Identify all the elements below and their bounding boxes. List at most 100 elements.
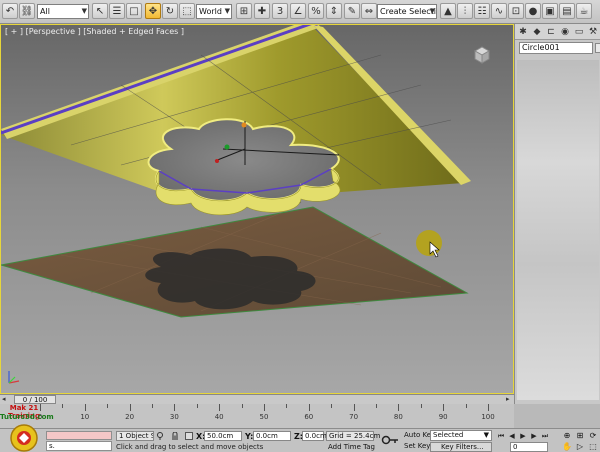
layer-manager-icon[interactable]: ☷: [474, 3, 490, 19]
percent-snap-icon[interactable]: %: [308, 3, 324, 19]
pivot-center-icon[interactable]: ⊞: [236, 3, 252, 19]
maxscript-listener-input[interactable]: s.: [46, 441, 112, 451]
add-time-tag-button[interactable]: Add Time Tag: [328, 443, 375, 451]
previous-frame-icon[interactable]: ◀: [507, 431, 517, 441]
track-tick: [174, 404, 176, 411]
time-slider[interactable]: ◂ 0 / 100 ▸: [0, 394, 514, 404]
rectangular-selection-icon[interactable]: □: [126, 3, 142, 19]
object-name-field[interactable]: Circle001: [519, 42, 593, 54]
x-coord-field[interactable]: 50.0cm: [204, 431, 242, 441]
axis-tripod-icon: [8, 371, 20, 384]
maxscript-listener-output[interactable]: [46, 431, 112, 440]
display-tab-icon[interactable]: ▭: [573, 26, 585, 38]
key-mode-value: Selected: [433, 431, 464, 439]
track-tick: [488, 404, 489, 411]
current-frame-field[interactable]: 0: [510, 442, 548, 452]
logo-emblem-icon: [10, 424, 38, 452]
align-icon[interactable]: ⫶: [457, 3, 473, 19]
track-tick: [398, 404, 400, 411]
key-mode-dropdown[interactable]: Selected ▼: [430, 430, 492, 441]
edit-named-selection-icon[interactable]: ✎: [344, 3, 360, 19]
track-tick: [443, 404, 445, 411]
key-filters-button[interactable]: Key Filters...: [430, 442, 492, 452]
track-tick: [376, 404, 377, 408]
track-tick: [465, 404, 467, 408]
select-object-icon[interactable]: ↖: [92, 3, 108, 19]
track-tick: [286, 404, 288, 408]
modify-tab-icon[interactable]: ◆: [531, 26, 543, 38]
go-to-start-icon[interactable]: ⏮: [496, 431, 506, 441]
logo-line-2: Tuturs3d.com: [0, 413, 54, 421]
undo-icon[interactable]: ↶: [2, 3, 18, 19]
selection-count: 1 Object Selec: [116, 431, 154, 441]
mirror-tool-icon[interactable]: ▲: [440, 3, 456, 19]
track-tick: [84, 404, 86, 411]
set-key-icon[interactable]: [381, 432, 399, 448]
selection-lock-icon[interactable]: [171, 432, 179, 440]
utilities-tab-icon[interactable]: ⚒: [587, 26, 599, 38]
create-tab-icon[interactable]: ✱: [517, 26, 529, 38]
key-pin-icon[interactable]: [156, 432, 164, 440]
time-slider-handle[interactable]: 0 / 100: [14, 395, 56, 404]
track-tick-label: 80: [393, 413, 403, 421]
snaps-toggle-icon[interactable]: 3: [272, 3, 288, 19]
track-tick: [308, 404, 310, 411]
gizmo-red-handle[interactable]: [215, 159, 219, 163]
set-key-button[interactable]: Set Key: [404, 442, 430, 450]
spinner-snap-icon[interactable]: ⇕: [326, 3, 342, 19]
viewport-label[interactable]: [ + ] [Perspective ] [Shaded + Edged Fac…: [5, 27, 184, 36]
track-tick-label: 30: [169, 413, 179, 421]
render-setup-icon[interactable]: ▣: [542, 3, 558, 19]
next-frame-icon[interactable]: ▶: [529, 431, 539, 441]
selection-filter-dropdown[interactable]: All ▼: [37, 4, 89, 19]
gizmo-center-handle[interactable]: [241, 122, 247, 128]
slider-next-arrow-icon[interactable]: ▸: [506, 395, 510, 403]
gizmo-green-handle[interactable]: [224, 144, 230, 150]
select-and-move-icon[interactable]: ✥: [145, 3, 161, 19]
track-tick-label: 90: [438, 413, 448, 421]
material-editor-icon[interactable]: ●: [525, 3, 541, 19]
select-manipulate-icon[interactable]: ✚: [254, 3, 270, 19]
play-icon[interactable]: ▶: [518, 431, 528, 441]
schematic-view-icon[interactable]: ⊡: [508, 3, 524, 19]
pan-icon[interactable]: ✋: [562, 442, 572, 452]
go-to-end-icon[interactable]: ⏭: [540, 431, 550, 441]
maximize-viewport-icon[interactable]: ⬚: [588, 442, 598, 452]
named-selection-sets-dropdown[interactable]: Create Selection Se▼: [377, 4, 437, 19]
select-by-name-icon[interactable]: ☰: [109, 3, 125, 19]
scene-render: [1, 25, 471, 318]
motion-tab-icon[interactable]: ◉: [559, 26, 571, 38]
field-of-view-icon[interactable]: ▷: [575, 442, 585, 452]
absolute-mode-icon[interactable]: [185, 432, 193, 440]
rendered-frame-icon[interactable]: ▤: [559, 3, 575, 19]
track-bar[interactable]: 0 10 20 30 40 50 60 70 80 90 100: [0, 404, 514, 428]
reference-coordinate-dropdown[interactable]: World ▼: [196, 4, 232, 19]
orbit-icon[interactable]: ⟳: [588, 431, 598, 441]
slider-prev-arrow-icon[interactable]: ◂: [2, 395, 6, 403]
zoom-all-icon[interactable]: ⊞: [575, 431, 585, 441]
select-and-rotate-icon[interactable]: ↻: [162, 3, 178, 19]
select-and-scale-icon[interactable]: ⬚: [179, 3, 195, 19]
command-panel-tabs: ✱ ◆ ⊏ ◉ ▭ ⚒: [515, 24, 600, 40]
render-production-icon[interactable]: ☕: [576, 3, 592, 19]
curve-editor-icon[interactable]: ∿: [491, 3, 507, 19]
track-tick-label: 10: [80, 413, 90, 421]
z-coord-field[interactable]: 0.0cm: [302, 431, 327, 441]
track-tick: [107, 404, 109, 408]
angle-snap-icon[interactable]: ∠: [290, 3, 306, 19]
track-tick: [353, 404, 355, 411]
zoom-icon[interactable]: ⊕: [562, 431, 572, 441]
track-tick: [62, 404, 64, 408]
mirror-icon[interactable]: ⇔: [361, 3, 377, 19]
object-color-swatch[interactable]: [595, 43, 600, 53]
perspective-viewport[interactable]: [ + ] [Perspective ] [Shaded + Edged Fac…: [0, 24, 514, 394]
track-tick: [241, 404, 243, 408]
max-app-window: ↶ ⛓ All ▼ ↖ ☰ □ ✥ ↻ ⬚ World ▼ ⊞ ✚ 3 ∠ % ⇕ …: [0, 0, 600, 452]
hierarchy-tab-icon[interactable]: ⊏: [545, 26, 557, 38]
status-bar: s. 1 Object Selec Click and drag to sele…: [0, 428, 600, 452]
y-coord-field[interactable]: 0.0cm: [253, 431, 291, 441]
modifier-stack-panel[interactable]: [517, 60, 599, 400]
link-icon[interactable]: ⛓: [19, 3, 35, 19]
track-tick: [264, 404, 265, 411]
viewcube-icon[interactable]: [471, 43, 493, 65]
